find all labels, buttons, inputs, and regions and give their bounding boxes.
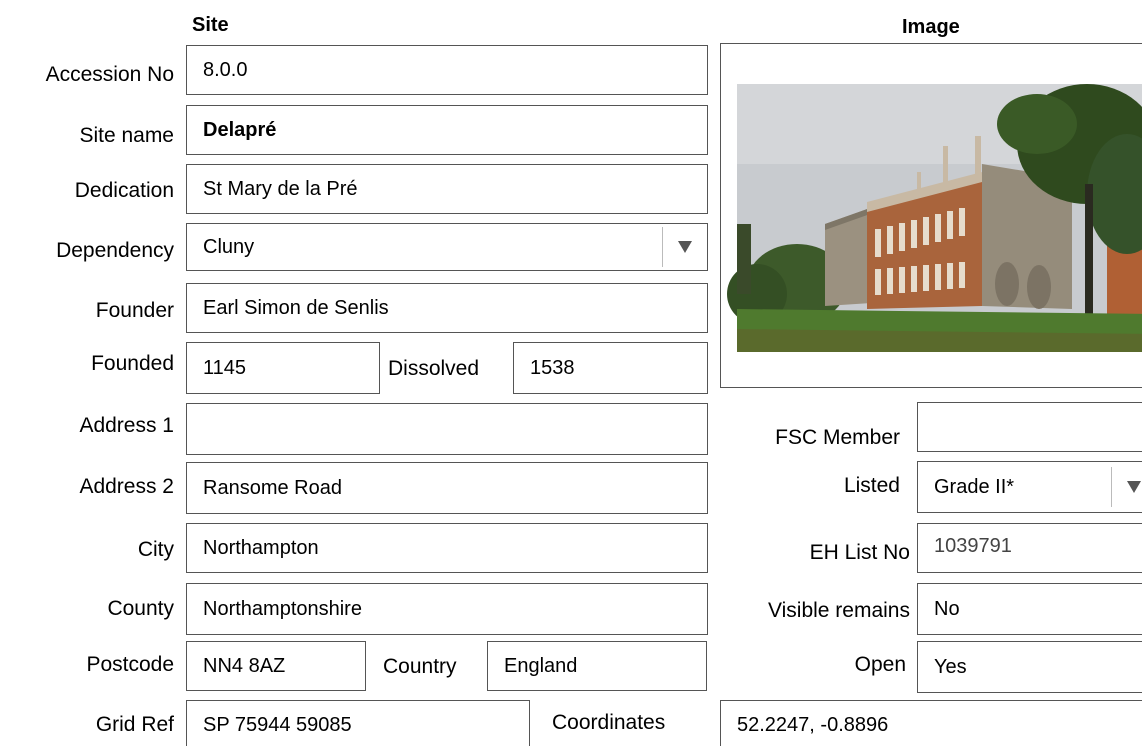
site-name-label: Site name [79, 124, 174, 147]
founder-label: Founder [95, 299, 174, 322]
founder-field[interactable]: Earl Simon de Senlis [186, 283, 708, 333]
grid-ref-label: Grid Ref [95, 713, 174, 736]
country-label: Country [383, 655, 457, 678]
dissolved-value: 1538 [530, 357, 575, 379]
dropdown-arrow-icon[interactable] [1112, 481, 1142, 493]
dependency-value: Cluny [203, 236, 255, 258]
city-label: City [137, 538, 174, 561]
coordinates-field[interactable]: 52.2247, -0.8896 [720, 700, 1142, 746]
postcode-label: Postcode [86, 653, 174, 676]
visible-remains-label: Visible remains [767, 599, 910, 622]
image-frame[interactable] [720, 43, 1142, 388]
open-field[interactable]: Yes [917, 641, 1142, 693]
founded-label: Founded [91, 352, 174, 375]
address1-field[interactable] [186, 403, 708, 455]
eh-list-no-label: EH List No [809, 541, 910, 564]
open-value: Yes [934, 656, 967, 678]
dissolved-field[interactable]: 1538 [513, 342, 708, 394]
accession-no-value: 8.0.0 [203, 59, 248, 81]
dependency-dropdown[interactable]: Cluny [186, 223, 708, 271]
postcode-field[interactable]: NN4 8AZ [186, 641, 366, 691]
visible-remains-field[interactable]: No [917, 583, 1142, 635]
site-name-field[interactable]: Delapré [186, 105, 708, 155]
listed-label: Listed [843, 474, 900, 497]
site-photo [727, 84, 1142, 352]
dedication-label: Dedication [74, 179, 174, 202]
visible-remains-value: No [934, 598, 960, 620]
county-field[interactable]: Northamptonshire [186, 583, 708, 635]
dedication-field[interactable]: St Mary de la Pré [186, 164, 708, 214]
address1-label: Address 1 [79, 414, 174, 437]
fsc-member-label: FSC Member [775, 426, 900, 449]
dropdown-arrow-icon[interactable] [663, 241, 707, 253]
grid-ref-field[interactable]: SP 75944 59085 [186, 700, 530, 746]
founded-value: 1145 [203, 357, 247, 379]
country-field[interactable]: England [487, 641, 707, 691]
county-value: Northamptonshire [203, 598, 362, 620]
founded-field[interactable]: 1145 [186, 342, 380, 394]
accession-no-label: Accession No [45, 63, 174, 86]
listed-dropdown[interactable]: Grade II* [917, 461, 1142, 513]
address2-field[interactable]: Ransome Road [186, 462, 708, 514]
fsc-member-field[interactable] [917, 402, 1142, 452]
listed-value: Grade II* [934, 476, 1015, 498]
eh-list-no-value: 1039791 [934, 535, 1012, 557]
city-value: Northampton [203, 537, 319, 559]
coordinates-label: Coordinates [552, 711, 666, 734]
image-section-header: Image [902, 16, 960, 38]
site-section-header: Site [192, 14, 229, 36]
accession-no-field[interactable]: 8.0.0 [186, 45, 708, 95]
address2-label: Address 2 [79, 475, 174, 498]
postcode-value: NN4 8AZ [203, 655, 286, 677]
dependency-label: Dependency [56, 239, 174, 262]
dissolved-label: Dissolved [388, 357, 480, 380]
address2-value: Ransome Road [203, 477, 342, 499]
country-value: England [504, 655, 578, 677]
founder-value: Earl Simon de Senlis [203, 297, 389, 319]
dedication-value: St Mary de la Pré [203, 178, 358, 200]
county-label: County [107, 597, 174, 620]
grid-ref-value: SP 75944 59085 [203, 714, 352, 736]
open-label: Open [854, 653, 906, 676]
site-name-value: Delapré [203, 119, 277, 141]
eh-list-no-field[interactable]: 1039791 [917, 523, 1142, 573]
coordinates-value: 52.2247, -0.8896 [737, 714, 889, 736]
city-field[interactable]: Northampton [186, 523, 708, 573]
